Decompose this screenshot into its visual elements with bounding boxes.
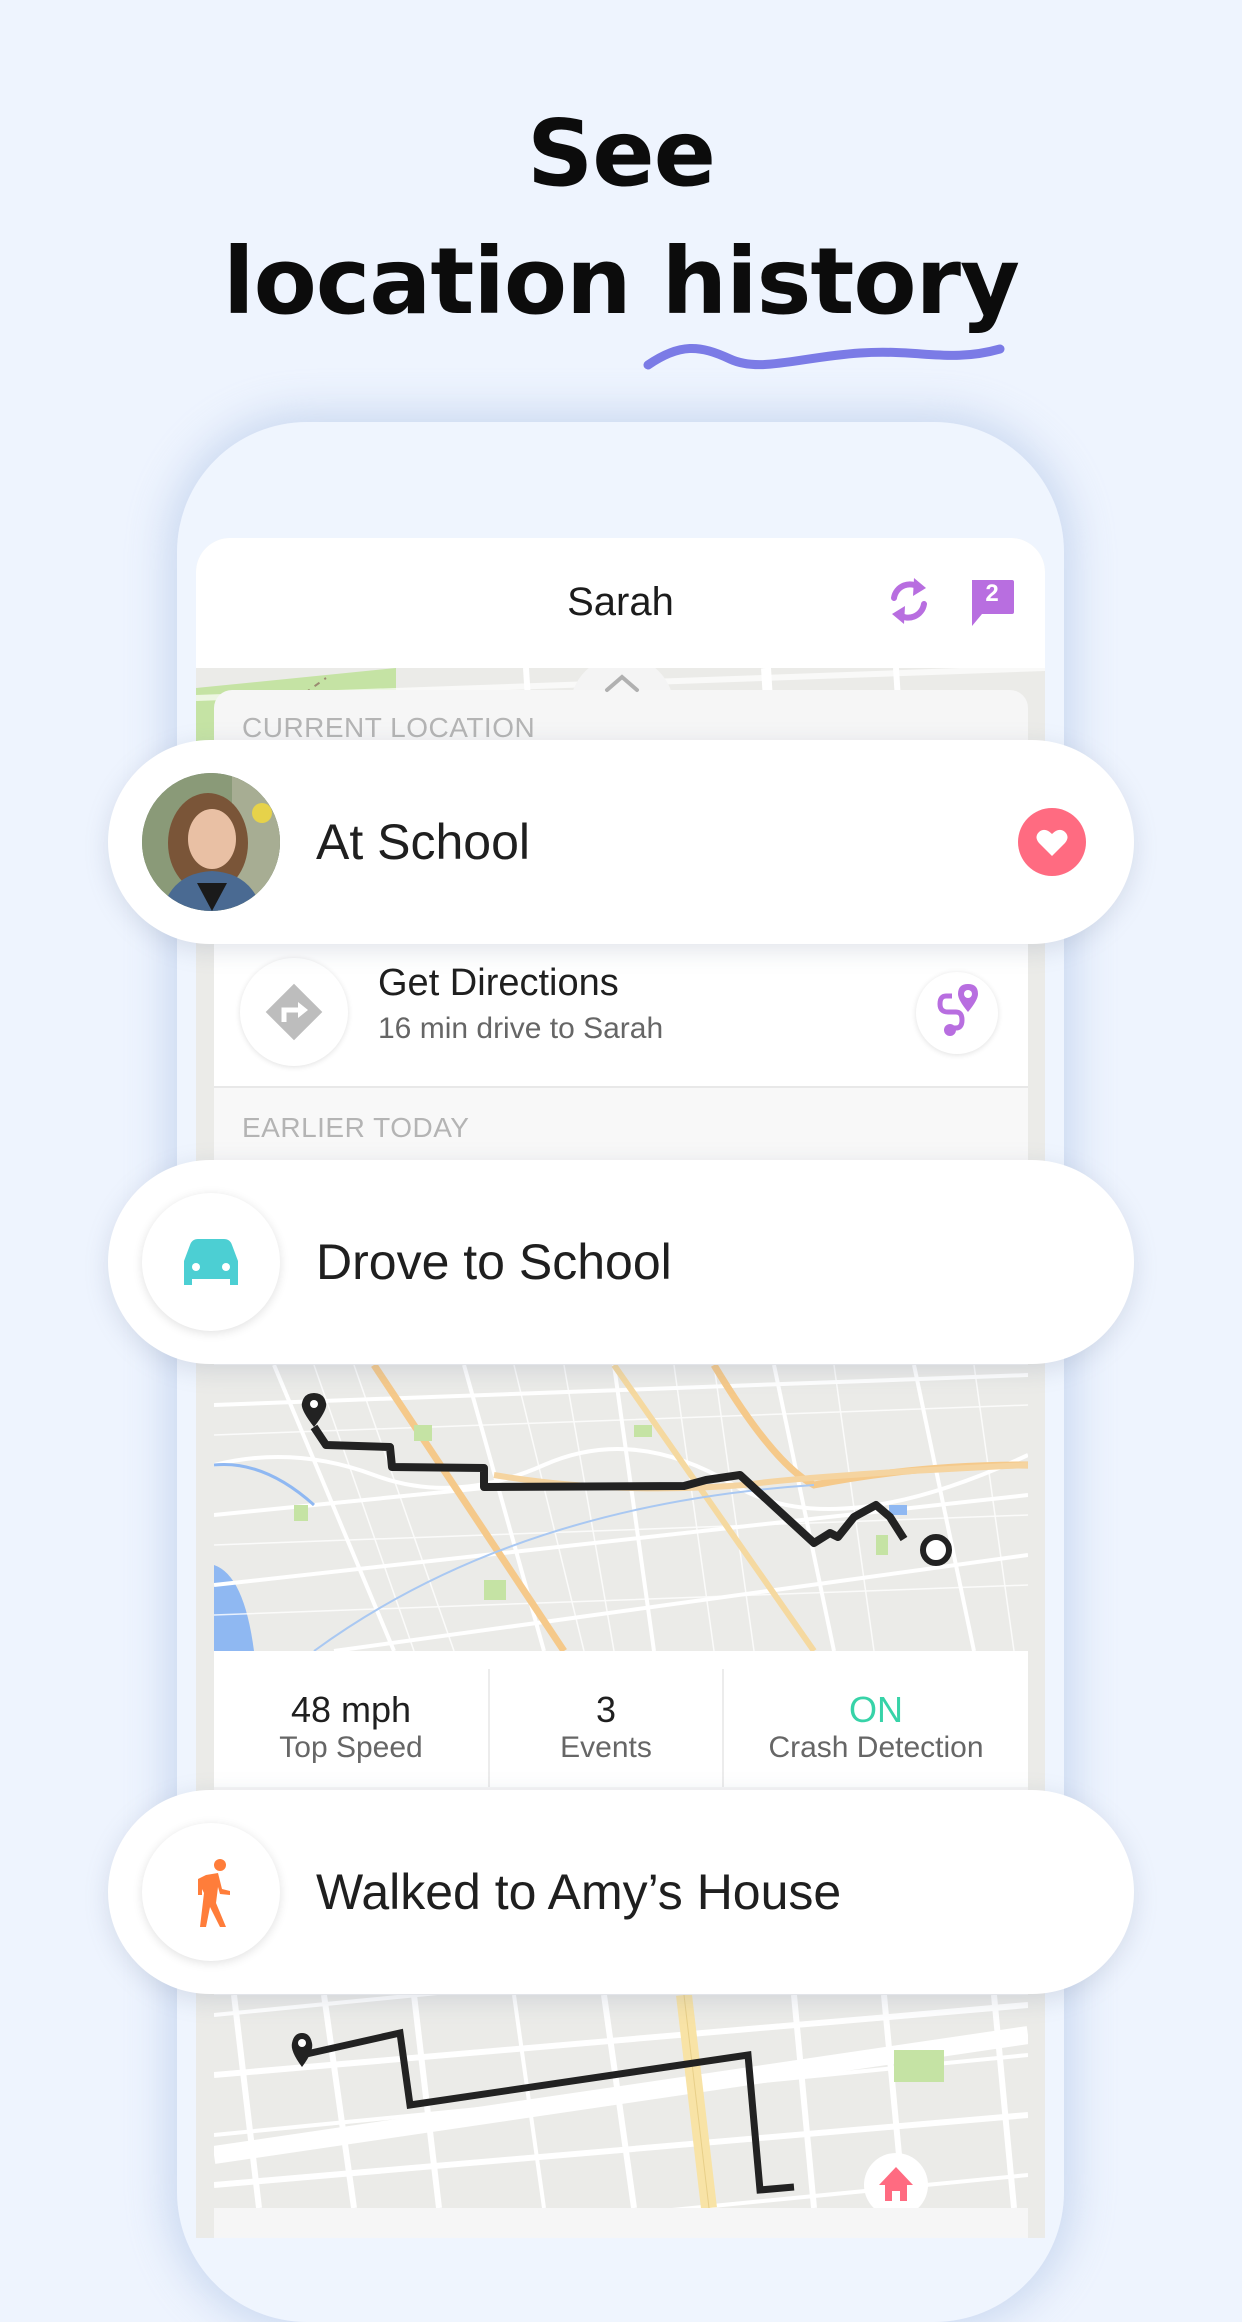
avatar <box>142 773 280 911</box>
drive-route-map[interactable] <box>214 1365 1028 1651</box>
headline-line-2: location history <box>223 228 1020 335</box>
heart-icon <box>1036 829 1068 856</box>
earlier-today-label: EARLIER TODAY <box>242 1112 470 1143</box>
favorite-button[interactable] <box>1018 808 1086 876</box>
turn-right-sign-icon <box>265 983 323 1041</box>
walking-person-icon <box>198 1859 230 1927</box>
drive-event-title: Drove to School <box>316 1234 672 1290</box>
drive-icon-circle <box>142 1193 280 1331</box>
top-speed-value: 48 mph <box>290 1689 412 1730</box>
drive-stats: 48 mph Top Speed 3 Events ON Crash Detec… <box>214 1651 1028 1787</box>
drive-event-card[interactable]: Drove to School <box>108 1160 1134 1364</box>
top-speed-label: Top Speed <box>279 1731 423 1764</box>
drive-time-text: 16 min drive to Sarah <box>378 1012 664 1045</box>
get-directions-title: Get Directions <box>378 962 619 1004</box>
route-button[interactable] <box>916 972 998 1054</box>
directions-icon-circle <box>240 958 348 1066</box>
refresh-icon[interactable] <box>886 574 932 628</box>
events-value: 3 <box>595 1689 617 1730</box>
current-location-status: At School <box>316 814 531 870</box>
messages-badge-count: 2 <box>985 580 999 607</box>
walk-route-map[interactable] <box>214 1995 1028 2208</box>
earlier-today-section: EARLIER TODAY <box>214 1088 1028 1164</box>
route-icon <box>937 984 978 1036</box>
stat-top-speed: 48 mph Top Speed <box>214 1651 488 1787</box>
stat-events[interactable]: 3 Events <box>490 1651 722 1787</box>
car-icon <box>184 1239 238 1285</box>
drive-end-marker-icon <box>920 1534 952 1566</box>
events-label: Events <box>560 1731 652 1764</box>
headline-line-1: See <box>526 100 716 207</box>
chevron-up-icon[interactable] <box>604 673 640 693</box>
walk-event-title: Walked to Amy’s House <box>316 1864 842 1920</box>
crash-detection-value: ON <box>849 1689 903 1730</box>
walk-event-card[interactable]: Walked to Amy’s House <box>108 1790 1134 1994</box>
app-header: Sarah 2 <box>196 538 1045 668</box>
stat-crash-detection: ON Crash Detection <box>724 1651 1028 1787</box>
squiggle-underline-icon <box>643 344 1005 370</box>
crash-detection-label: Crash Detection <box>768 1731 984 1764</box>
walk-icon-circle <box>142 1823 280 1961</box>
get-directions-row[interactable]: Get Directions 16 min drive to Sarah <box>214 942 1028 1088</box>
current-location-card[interactable]: At School <box>108 740 1134 944</box>
